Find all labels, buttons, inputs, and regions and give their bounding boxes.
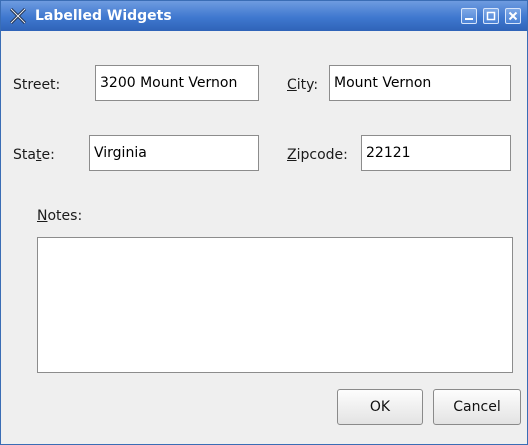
window-title: Labelled Widgets	[35, 8, 172, 24]
street-field[interactable]	[95, 65, 259, 101]
cancel-button[interactable]: Cancel	[433, 389, 521, 425]
maximize-icon[interactable]	[483, 8, 499, 24]
state-label: State:	[13, 146, 55, 164]
state-label-pre: Sta	[13, 147, 36, 163]
notes-label-text: otes:	[47, 208, 83, 224]
city-label-mnemonic: C	[287, 77, 297, 93]
x-app-icon	[9, 7, 27, 25]
notes-label-mnemonic: N	[37, 208, 48, 224]
zipcode-label-mnemonic: Z	[287, 147, 297, 163]
notes-textarea[interactable]	[37, 237, 513, 373]
ok-button[interactable]: OK	[337, 389, 423, 425]
close-icon[interactable]	[505, 8, 521, 24]
title-bar[interactable]: Labelled Widgets	[1, 1, 527, 31]
state-field[interactable]	[89, 135, 259, 171]
city-field[interactable]	[329, 65, 511, 101]
notes-label: Notes:	[37, 207, 82, 225]
form-area: Street: City: State: Zipcode: Notes: OK …	[1, 31, 527, 444]
zipcode-field[interactable]	[361, 135, 511, 171]
zipcode-label-text: ipcode:	[296, 147, 348, 163]
minimize-icon[interactable]	[461, 8, 477, 24]
street-label: Street:	[13, 77, 61, 93]
zipcode-label: Zipcode:	[287, 146, 348, 164]
city-label-text: ity:	[296, 77, 319, 93]
dialog-window: Labelled Widgets Street: City: State: Zi…	[0, 0, 528, 445]
state-label-post: e:	[41, 147, 55, 163]
city-label: City:	[287, 76, 318, 94]
